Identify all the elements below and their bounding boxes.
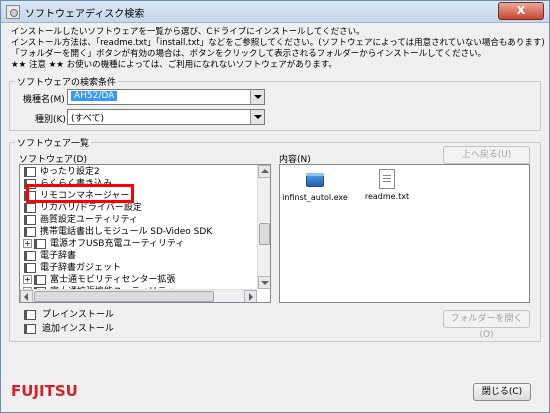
instruction-line: 「フォルダーを開く」ボタンが有効の場合は、ボタンをクリックして表示されるフォルダ… (11, 49, 487, 59)
chevron-down-icon[interactable] (250, 90, 264, 104)
tree-item[interactable]: ゆったり設定2 (24, 166, 254, 178)
horizontal-scroll-thumb[interactable] (34, 291, 214, 302)
book-icon (34, 275, 46, 285)
book-icon (24, 167, 36, 177)
scroll-down-icon[interactable] (258, 276, 270, 289)
book-icon (24, 203, 36, 213)
highlight-box (26, 184, 134, 203)
content-pane: infinst_autol.exe readme.txt (279, 164, 530, 303)
text-file-icon (379, 169, 395, 189)
instructions-text: インストールしたいソフトウェアを一覧から選び、Cドライブにインストールしてくださ… (11, 27, 545, 71)
file-name: readme.txt (364, 192, 410, 201)
file-item-exe[interactable]: infinst_autol.exe (280, 169, 350, 202)
instruction-line: ★★ 注意 ★★ お使いの機種によっては、ご利用になれないソフトウェアがあります… (11, 60, 337, 70)
category-value: (すべて) (71, 114, 105, 124)
tree-item[interactable]: 電子辞書ガジェット (24, 262, 254, 274)
scroll-up-icon[interactable] (258, 165, 270, 178)
close-button[interactable]: 閉じる(C) (473, 383, 531, 401)
up-back-button[interactable]: 上へ戻る(U) (443, 146, 530, 164)
tree-item[interactable]: リカバリ/ドライバー設定 (24, 202, 254, 214)
book-icon (24, 310, 36, 320)
tree-horizontal-scrollbar[interactable] (20, 289, 257, 302)
title-bar: ソフトウェアディスク検索 X (1, 1, 549, 23)
model-name-combo[interactable]: AH52/DA (67, 89, 265, 105)
book-icon (24, 227, 36, 237)
scroll-left-icon[interactable] (20, 290, 33, 302)
file-name: infinst_autol.exe (282, 193, 348, 202)
tree-item[interactable]: 電子辞書 (24, 250, 254, 262)
book-icon (24, 251, 36, 261)
fujitsu-logo: FUJITSU (11, 382, 78, 400)
tree-item[interactable]: 携帯電話書出しモジュール SD-Video SDK (24, 226, 254, 238)
window-close-button[interactable]: X (498, 2, 544, 20)
exe-icon (304, 169, 326, 191)
expand-icon[interactable]: + (23, 275, 32, 284)
tree-vertical-scrollbar[interactable] (257, 165, 270, 289)
window-title: ソフトウェアディスク検索 (25, 9, 145, 20)
model-name-label: 機種名(M) (23, 95, 65, 105)
app-disc-icon (6, 5, 20, 19)
book-icon (24, 324, 36, 334)
software-list-label: ソフトウェア一覧 (15, 136, 92, 149)
scroll-right-icon[interactable] (244, 290, 257, 302)
open-folder-button[interactable]: フォルダーを開く(O) (443, 310, 530, 340)
tree-item[interactable]: + 富士通モビリティセンター拡張 (23, 274, 254, 286)
file-item-readme[interactable]: readme.txt (352, 169, 422, 201)
tree-item[interactable]: 画質設定ユーティリティ (24, 214, 254, 226)
book-icon (24, 263, 36, 273)
book-icon (34, 239, 46, 249)
category-label: 種別(K) (35, 115, 66, 125)
vertical-scroll-thumb[interactable] (259, 223, 270, 245)
instruction-line: インストール方法は、「readme.txt」「install.txt」などをご参… (11, 38, 545, 48)
model-name-value: AH52/DA (71, 91, 118, 101)
instruction-line: インストールしたいソフトウェアを一覧から選び、Cドライブにインストールしてくださ… (11, 27, 365, 37)
book-icon (24, 215, 36, 225)
software-disc-search-window: ソフトウェアディスク検索 X インストールしたいソフトウェアを一覧から選び、Cド… (0, 0, 550, 413)
chevron-down-icon[interactable] (250, 110, 264, 124)
category-combo[interactable]: (すべて) (67, 109, 265, 125)
tree-item[interactable]: + 電源オフUSB充電ユーティリティ (23, 238, 254, 250)
search-conditions-label: ソフトウェアの検索条件 (15, 75, 119, 88)
expand-icon[interactable]: + (23, 239, 32, 248)
